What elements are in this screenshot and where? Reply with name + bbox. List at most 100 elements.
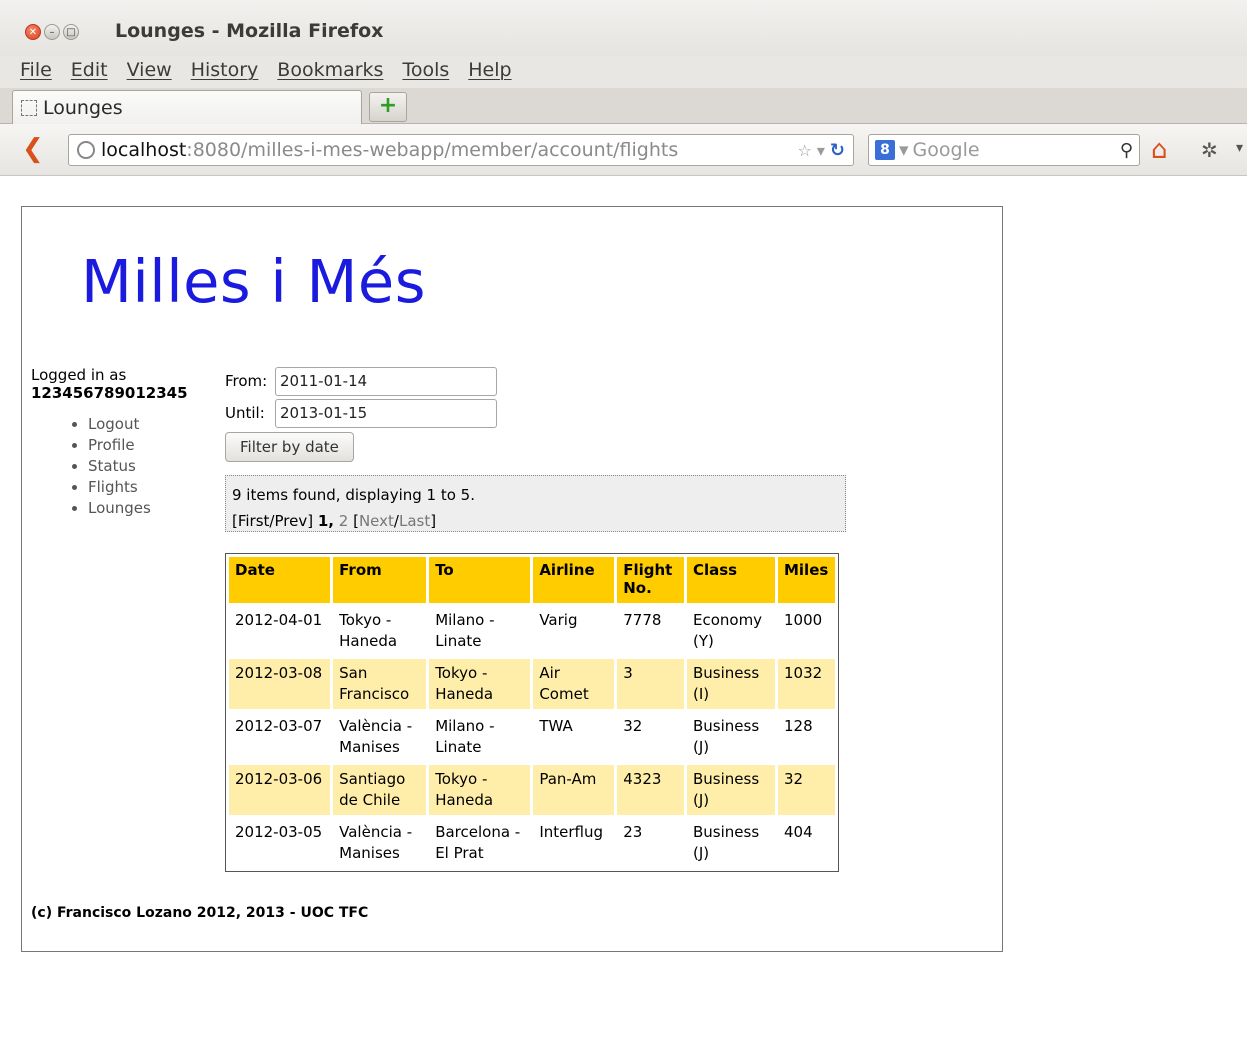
cell-miles: 128 [777,712,835,762]
sidebar-item-logout: Logout [88,414,221,435]
logout-link[interactable]: Logout [88,415,139,433]
table-row: 2012-03-05 València - Manises Barcelona … [229,818,835,868]
first-prev-label: [First/Prev] [232,512,314,530]
cell-date: 2012-03-08 [229,659,331,709]
cell-miles: 32 [777,765,835,815]
reload-icon[interactable]: ↻ [830,140,845,161]
cell-flight-no: 4323 [617,765,684,815]
pager-summary: 9 items found, displaying 1 to 5. [232,486,475,504]
sidebar-item-flights: Flights [88,477,221,498]
maximize-window-icon[interactable]: □ [63,24,79,40]
cell-from: San Francisco [333,659,427,709]
new-tab-button[interactable]: + [369,92,407,122]
cell-class: Economy (Y) [686,606,775,656]
site-title: Milles i Més [81,247,426,316]
cell-class: Business (I) [686,659,775,709]
menu-view[interactable]: View [127,56,172,88]
cell-airline: Air Comet [533,659,615,709]
cell-flight-no: 3 [617,659,684,709]
close-bracket: ] [430,512,437,530]
cell-to: Barcelona - El Prat [429,818,531,868]
until-date-input[interactable] [275,398,497,428]
menu-file[interactable]: File [20,56,52,88]
cell-to: Milano - Linate [429,712,531,762]
globe-icon [77,141,95,159]
cell-miles: 1032 [777,659,835,709]
close-window-icon[interactable]: ✕ [25,24,41,40]
logged-in-user: 123456789012345 [31,384,188,402]
cell-date: 2012-03-06 [229,765,331,815]
sidebar-item-lounges: Lounges [88,498,221,519]
magnifier-icon[interactable]: ⚲ [1120,140,1133,161]
table-row: 2012-04-01 Tokyo - Haneda Milano - Linat… [229,606,835,656]
current-page: 1 [317,512,329,530]
overflow-arrow-icon[interactable]: ▾ [1236,140,1243,156]
cell-flight-no: 32 [617,712,684,762]
tab-lounges[interactable]: Lounges [12,90,362,124]
cell-date: 2012-04-01 [229,606,331,656]
dropdown-arrow-icon[interactable]: ▾ [817,141,825,160]
page-icon [21,99,37,116]
cell-airline: Interflug [533,818,615,868]
cell-airline: TWA [533,712,615,762]
pager-links: [First/Prev] 1, 2 [Next/Last] [232,508,839,534]
lounges-link[interactable]: Lounges [88,499,151,517]
sidebar-item-status: Status [88,456,221,477]
cell-miles: 404 [777,818,835,868]
sidebar-nav: Logout Profile Status Flights Lounges [31,414,221,519]
filter-by-date-button[interactable]: Filter by date [225,432,354,462]
search-placeholder: Google [912,139,980,161]
col-flight-no: Flight No. [617,557,684,603]
table-row: 2012-03-06 Santiago de Chile Tokyo - Han… [229,765,835,815]
until-label: Until: [225,404,265,422]
next-link[interactable]: Next [359,512,394,530]
navigation-toolbar: ❮ localhost:8080/milles-i-mes-webapp/mem… [0,124,1247,176]
page-2-link[interactable]: 2 [339,512,349,530]
tab-strip: Lounges + [0,88,1247,124]
page-separator: , [328,512,334,530]
back-arrow-icon[interactable]: ❮ [22,136,44,162]
bookmark-star-icon[interactable]: ☆ [798,141,812,160]
addon-icon[interactable]: ✲ [1201,138,1218,162]
col-class: Class [686,557,775,603]
table-row: 2012-03-07 València - Manises Milano - L… [229,712,835,762]
window-titlebar: ✕ – □ Lounges - Mozilla Firefox [0,0,1247,56]
col-airline: Airline [533,557,615,603]
from-date-input[interactable] [275,366,497,396]
cell-from: València - Manises [333,712,427,762]
page-frame: Milles i Més Logged in as 12345678901234… [21,206,1003,952]
cell-airline: Pan-Am [533,765,615,815]
from-label: From: [225,372,268,390]
search-bar[interactable]: 8 ▾ Google ⚲ [868,134,1140,166]
menu-bookmarks[interactable]: Bookmarks [277,56,383,88]
cell-date: 2012-03-07 [229,712,331,762]
cell-from: València - Manises [333,818,427,868]
flights-table: Date From To Airline Flight No. Class Mi… [225,553,839,872]
url-path: :8080/milles-i-mes-webapp/member/account… [186,139,679,161]
cell-to: Tokyo - Haneda [429,765,531,815]
menu-help[interactable]: Help [468,56,511,88]
col-to: To [429,557,531,603]
sidebar-item-profile: Profile [88,435,221,456]
flights-link[interactable]: Flights [88,478,138,496]
window-title: Lounges - Mozilla Firefox [115,20,384,42]
col-from: From [333,557,427,603]
google-engine-icon[interactable]: 8 [875,140,895,160]
last-link[interactable]: Last [399,512,430,530]
tab-title: Lounges [43,96,123,119]
minimize-window-icon[interactable]: – [44,24,60,40]
logged-in-label: Logged in as [31,366,127,384]
menu-bar: File Edit View History Bookmarks Tools H… [0,56,1247,88]
url-host: localhost [101,139,187,161]
col-date: Date [229,557,331,603]
engine-dropdown-icon[interactable]: ▾ [899,139,909,161]
menu-edit[interactable]: Edit [71,56,108,88]
page-footer: (c) Francisco Lozano 2012, 2013 - UOC TF… [31,905,369,921]
profile-link[interactable]: Profile [88,436,135,454]
menu-history[interactable]: History [191,56,259,88]
url-bar[interactable]: localhost:8080/milles-i-mes-webapp/membe… [68,134,854,166]
date-filter-form: From: Until: Filter by date [225,365,497,462]
menu-tools[interactable]: Tools [402,56,449,88]
home-icon[interactable]: ⌂ [1151,136,1168,164]
status-link[interactable]: Status [88,457,136,475]
